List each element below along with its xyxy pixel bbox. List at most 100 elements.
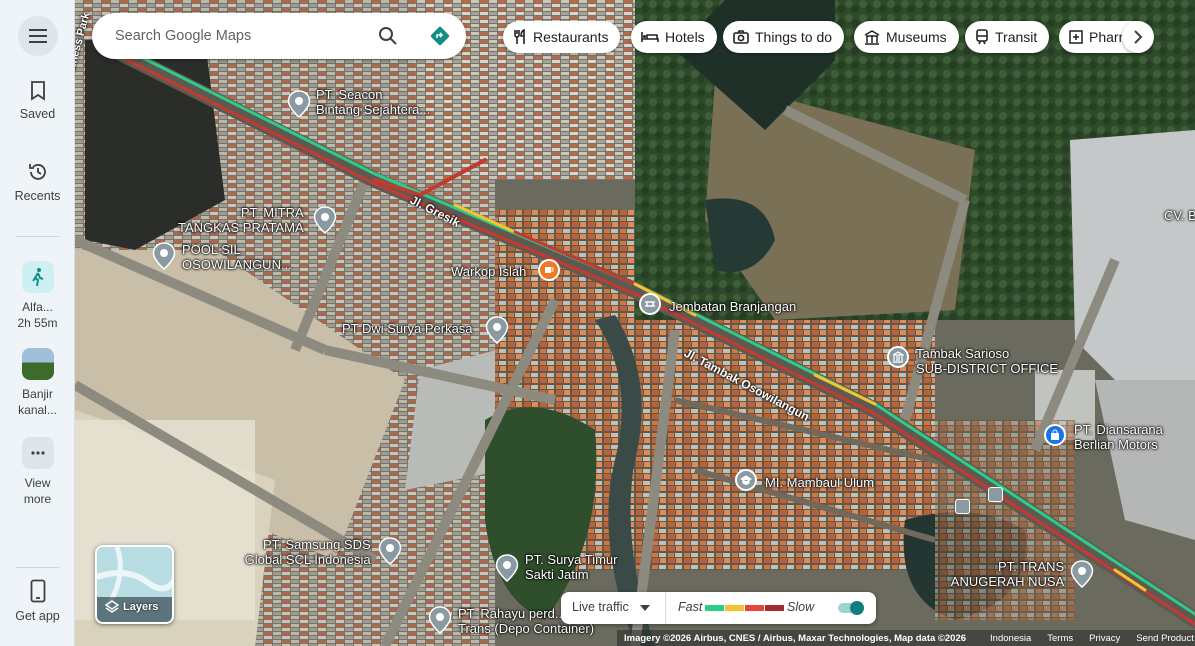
place-label-seacon[interactable]: PT. Seacon Bintang Sejahtera... [316, 87, 430, 117]
get-app-button[interactable]: Get app [0, 579, 75, 623]
hamburger-icon [29, 29, 47, 43]
chip-label: Transit [995, 29, 1038, 45]
recent-trip-button[interactable]: Alfa... 2h 55m [0, 261, 75, 331]
shopping-bag-icon[interactable] [1044, 424, 1066, 446]
search-box: Search Google Maps [92, 13, 466, 59]
pharmacy-icon [1069, 30, 1083, 44]
place-pin-icon[interactable] [428, 606, 452, 634]
chevron-right-icon [1134, 30, 1143, 44]
school-icon[interactable] [735, 469, 757, 491]
dropdown-arrow-icon[interactable] [640, 605, 650, 611]
left-rail: Saved Recents Alfa... 2h 55m Banjir kana… [0, 0, 75, 646]
view-more-button[interactable]: View more [0, 437, 75, 507]
view-more-label: View [24, 476, 51, 490]
traffic-toggle[interactable] [837, 600, 865, 616]
chip-label: Restaurants [533, 29, 609, 45]
place-name-cont: ANUGERAH NUSA [950, 574, 1065, 589]
place-pin-icon[interactable] [378, 537, 402, 565]
chip-label: Things to do [755, 29, 833, 45]
place-name: PT. Diansarana [1074, 422, 1163, 437]
layers-text: Layers [105, 600, 158, 614]
place-label-samsung[interactable]: PT. Samsung SDS Global SCL Indonesia [238, 537, 371, 567]
privacy-link[interactable]: Privacy [1089, 633, 1120, 644]
place-label-diansarana[interactable]: PT. Diansarana Berlian Motors [1074, 422, 1163, 452]
search-placeholder: Search Google Maps [115, 28, 252, 44]
chip-things-to-do[interactable]: Things to do [723, 21, 845, 53]
place-label-mitra[interactable]: PT. MITRA TANGKAS PRATAMA [178, 205, 304, 235]
bridge-icon[interactable] [639, 293, 661, 315]
feedback-link[interactable]: Send Product Feedback [1136, 633, 1195, 644]
place-label: Banjir [22, 387, 53, 401]
place-name-cont: Berlian Motors [1074, 437, 1158, 452]
place-name: POOL SIL [182, 242, 241, 257]
chip-hotels[interactable]: Hotels [631, 21, 717, 53]
chip-museums[interactable]: Museums [854, 21, 959, 53]
recents-button[interactable]: Recents [0, 161, 75, 203]
live-traffic-label[interactable]: Live traffic [572, 600, 629, 614]
terms-link[interactable]: Terms [1047, 633, 1073, 644]
place-name: PT. MITRA [240, 205, 304, 220]
recent-place-button[interactable]: Banjir kanal... [0, 348, 75, 418]
place-name: PT. TRANS [998, 559, 1065, 574]
fast-label: Fast [678, 600, 703, 614]
search-icon[interactable] [378, 26, 398, 46]
menu-button[interactable] [18, 16, 58, 56]
place-label-jembatan[interactable]: Jembatan Branjangan [669, 299, 796, 314]
place-thumbnail [21, 348, 54, 380]
bed-icon [641, 31, 659, 43]
fork-knife-icon [513, 29, 527, 45]
place-label-pool-sil[interactable]: POOL SIL OSOWILANGUN... [182, 242, 292, 272]
place-name-cont: TANGKAS PRATAMA [178, 220, 304, 235]
place-name: PT. Rahayu perd... [458, 606, 566, 621]
place-name-cont: Sakti Jatim [525, 567, 589, 582]
place-label-warkop[interactable]: Warkop Islah [451, 264, 526, 279]
place-pin-icon[interactable] [287, 90, 311, 118]
bus-stop-icon[interactable] [988, 487, 1003, 502]
place-label-tambak-office[interactable]: Tambak Sarioso SUB-DISTRICT OFFICE [916, 346, 1058, 376]
place-label-cont: kanal... [18, 403, 57, 417]
saved-label: Saved [19, 107, 56, 121]
chip-label: Museums [886, 29, 947, 45]
place-name: PT. Samsung SDS [263, 537, 371, 552]
get-app-label: Get app [15, 609, 60, 623]
traffic-slow-swatch [745, 605, 764, 611]
directions-icon[interactable] [429, 25, 451, 47]
traffic-very-slow-swatch [765, 605, 784, 611]
layers-label: Layers [123, 601, 159, 613]
walking-icon [21, 261, 54, 293]
layers-button[interactable]: Layers [95, 545, 174, 624]
chip-label: Hotels [665, 29, 705, 45]
place-pin-icon[interactable] [1070, 560, 1094, 588]
attribution-bar: Imagery ©2026 Airbus, CNES / Airbus, Max… [617, 630, 1195, 646]
history-icon [28, 164, 46, 180]
trip-label: Alfa... [22, 300, 53, 314]
layers-icon [105, 600, 119, 613]
traffic-fast-swatch [705, 605, 724, 611]
place-name: PT. Seacon [316, 87, 383, 102]
phone-icon [30, 579, 45, 603]
recents-label: Recents [14, 189, 61, 203]
imagery-attribution: Imagery ©2026 Airbus, CNES / Airbus, Max… [624, 632, 967, 644]
chips-scroll-right-button[interactable] [1122, 21, 1154, 53]
cafe-icon[interactable] [538, 259, 560, 281]
traffic-divider [665, 592, 666, 624]
saved-button[interactable]: Saved [0, 81, 75, 121]
trip-time: 2h 55m [17, 316, 58, 330]
place-label-mambaul[interactable]: MI. Mambaul Ulum [765, 475, 874, 490]
chip-transit[interactable]: Transit [965, 21, 1050, 53]
bus-stop-icon[interactable] [955, 499, 970, 514]
place-pin-icon[interactable] [495, 554, 519, 582]
place-pin-icon[interactable] [152, 242, 176, 270]
place-label-surya-timur[interactable]: PT. Surya Timur Sakti Jatim [525, 552, 617, 582]
government-icon[interactable] [887, 346, 909, 368]
slow-label: Slow [787, 600, 815, 614]
place-label-cv[interactable]: CV. B [1164, 208, 1195, 223]
place-label-dwi-surya[interactable]: PT Dwi Surya Perkasa [342, 321, 473, 336]
place-pin-icon[interactable] [485, 316, 509, 344]
bookmark-icon [30, 81, 45, 101]
camera-icon [733, 30, 749, 44]
place-label-trans-anugerah[interactable]: PT. TRANS ANUGERAH NUSA [950, 559, 1064, 589]
chip-restaurants[interactable]: Restaurants [503, 21, 621, 53]
country-label: Indonesia [990, 632, 1032, 644]
place-pin-icon[interactable] [313, 206, 337, 234]
